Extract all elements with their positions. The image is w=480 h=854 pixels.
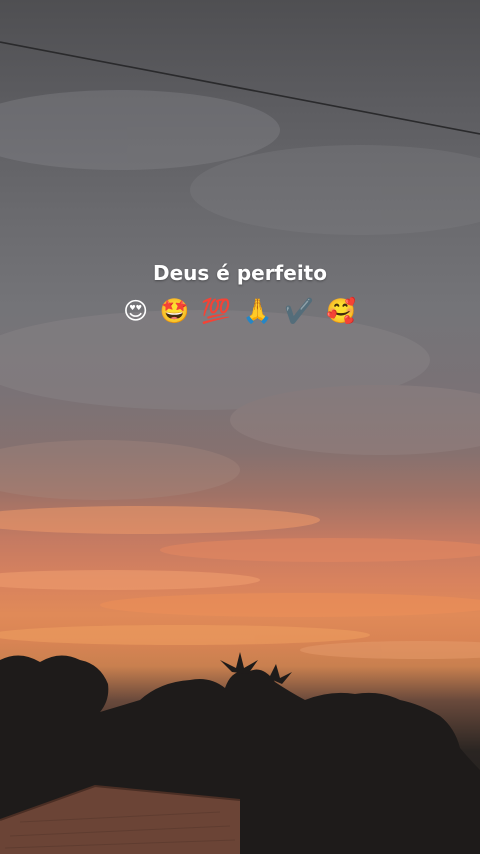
hundred-points-icon: 💯 bbox=[201, 297, 233, 325]
heart-eyes-face-icon: 😍 bbox=[123, 297, 150, 325]
check-mark-icon: ✔️ bbox=[284, 297, 316, 325]
story-view[interactable]: Deus é perfeito 😍 🤩 💯 🙏 ✔️ 🥰 bbox=[0, 0, 480, 854]
sunset-streaks bbox=[0, 506, 480, 659]
star-struck-face-icon: 🤩 bbox=[159, 297, 191, 325]
folded-hands-icon: 🙏 bbox=[242, 297, 274, 325]
emoji-row: 😍 🤩 💯 🙏 ✔️ 🥰 bbox=[0, 294, 480, 328]
sunset-photo bbox=[0, 41, 480, 854]
story-caption: Deus é perfeito bbox=[153, 261, 327, 285]
smiling-face-with-hearts-icon: 🥰 bbox=[325, 297, 357, 325]
